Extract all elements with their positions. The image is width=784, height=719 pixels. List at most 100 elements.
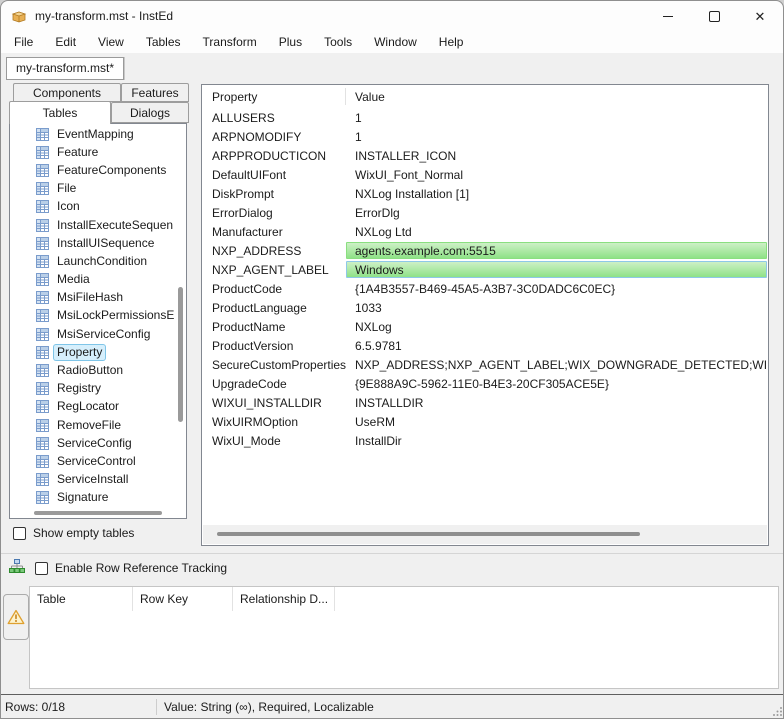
- property-row[interactable]: ARPPRODUCTICON INSTALLER_ICON: [202, 146, 768, 165]
- property-cell[interactable]: ErrorDialog: [202, 206, 346, 220]
- column-header-property[interactable]: Property: [202, 88, 346, 105]
- property-cell[interactable]: WixUI_Mode: [202, 434, 346, 448]
- grid-hscroll-thumb[interactable]: [217, 532, 640, 536]
- close-button[interactable]: ✕: [737, 1, 783, 31]
- enable-row-reference-tracking-checkbox[interactable]: [35, 562, 48, 575]
- show-empty-tables-row[interactable]: Show empty tables: [13, 526, 134, 540]
- property-cell[interactable]: ARPNOMODIFY: [202, 130, 346, 144]
- value-cell[interactable]: 1: [346, 109, 767, 126]
- tab-tables[interactable]: Tables: [9, 101, 111, 124]
- value-cell[interactable]: {9E888A9C-5962-11E0-B4E3-20CF305ACE5E}: [346, 375, 767, 392]
- property-cell[interactable]: DiskPrompt: [202, 187, 346, 201]
- property-row[interactable]: DiskPrompt NXLog Installation [1]: [202, 184, 768, 203]
- value-cell[interactable]: NXLog: [346, 318, 767, 335]
- menu-item-plus[interactable]: Plus: [268, 32, 313, 52]
- property-cell[interactable]: ALLUSERS: [202, 111, 346, 125]
- tab-features[interactable]: Features: [121, 83, 189, 102]
- reference-column-header-0[interactable]: Table: [30, 587, 133, 611]
- value-cell[interactable]: UseRM: [346, 413, 767, 430]
- property-cell[interactable]: ARPPRODUCTICON: [202, 149, 346, 163]
- tree-vscroll-thumb[interactable]: [178, 287, 183, 422]
- property-cell[interactable]: ProductCode: [202, 282, 346, 296]
- value-cell[interactable]: NXP_ADDRESS;NXP_AGENT_LABEL;WIX_DOWNGRAD…: [346, 356, 767, 373]
- value-cell[interactable]: ErrorDlg: [346, 204, 767, 221]
- property-row[interactable]: ProductCode {1A4B3557-B469-45A5-A3B7-3C0…: [202, 279, 768, 298]
- menu-item-edit[interactable]: Edit: [44, 32, 87, 52]
- tree-item-property[interactable]: Property: [10, 343, 177, 361]
- tree-item-launchcondition[interactable]: LaunchCondition: [10, 252, 177, 270]
- tree-item-registry[interactable]: Registry: [10, 380, 177, 398]
- maximize-button[interactable]: [691, 1, 737, 31]
- tree-item-servicecontrol[interactable]: ServiceControl: [10, 452, 177, 470]
- property-cell[interactable]: Manufacturer: [202, 225, 346, 239]
- tab-components[interactable]: Components: [13, 83, 121, 102]
- tree-item-installuisequence[interactable]: InstallUISequence: [10, 234, 177, 252]
- tree-item-feature[interactable]: Feature: [10, 143, 177, 161]
- tree-item-reglocator[interactable]: RegLocator: [10, 398, 177, 416]
- property-row[interactable]: WIXUI_INSTALLDIR INSTALLDIR: [202, 393, 768, 412]
- property-row[interactable]: DefaultUIFont WixUI_Font_Normal: [202, 165, 768, 184]
- value-cell[interactable]: WixUI_Font_Normal: [346, 166, 767, 183]
- property-cell[interactable]: NXP_AGENT_LABEL: [202, 263, 346, 277]
- tree-horizontal-scrollbar[interactable]: [14, 511, 174, 516]
- tree-item-media[interactable]: Media: [10, 271, 177, 289]
- property-row[interactable]: ARPNOMODIFY 1: [202, 127, 768, 146]
- value-cell[interactable]: NXLog Installation [1]: [346, 185, 767, 202]
- property-row[interactable]: ErrorDialog ErrorDlg: [202, 203, 768, 222]
- property-row[interactable]: NXP_AGENT_LABEL Windows: [202, 260, 768, 279]
- reference-column-header-1[interactable]: Row Key: [133, 587, 233, 611]
- property-cell[interactable]: ProductName: [202, 320, 346, 334]
- value-cell[interactable]: 6.5.9781: [346, 337, 767, 354]
- menu-item-help[interactable]: Help: [428, 32, 475, 52]
- property-cell[interactable]: UpgradeCode: [202, 377, 346, 391]
- property-row[interactable]: ALLUSERS 1: [202, 108, 768, 127]
- tree-item-removefile[interactable]: RemoveFile: [10, 416, 177, 434]
- property-cell[interactable]: NXP_ADDRESS: [202, 244, 346, 258]
- minimize-button[interactable]: [645, 1, 691, 31]
- property-cell[interactable]: SecureCustomProperties: [202, 358, 346, 372]
- tree-item-installexecutesequen[interactable]: InstallExecuteSequen: [10, 216, 177, 234]
- tab-dialogs[interactable]: Dialogs: [111, 102, 189, 123]
- tree-item-icon[interactable]: Icon: [10, 198, 177, 216]
- tree-item-msiserviceconfig[interactable]: MsiServiceConfig: [10, 325, 177, 343]
- property-row[interactable]: Manufacturer NXLog Ltd: [202, 222, 768, 241]
- tree-item-msifilehash[interactable]: MsiFileHash: [10, 289, 177, 307]
- property-row[interactable]: ProductLanguage 1033: [202, 298, 768, 317]
- reference-column-header-2[interactable]: Relationship D...: [233, 587, 335, 611]
- value-cell[interactable]: INSTALLER_ICON: [346, 147, 767, 164]
- menu-item-window[interactable]: Window: [363, 32, 428, 52]
- tree-item-serviceconfig[interactable]: ServiceConfig: [10, 434, 177, 452]
- column-header-value[interactable]: Value: [346, 90, 768, 104]
- value-cell[interactable]: NXLog Ltd: [346, 223, 767, 240]
- value-cell[interactable]: 1033: [346, 299, 767, 316]
- property-row[interactable]: UpgradeCode {9E888A9C-5962-11E0-B4E3-20C…: [202, 374, 768, 393]
- value-cell[interactable]: {1A4B3557-B469-45A5-A3B7-3C0DADC6C0EC}: [346, 280, 767, 297]
- property-cell[interactable]: WIXUI_INSTALLDIR: [202, 396, 346, 410]
- property-cell[interactable]: WixUIRMOption: [202, 415, 346, 429]
- menu-item-tools[interactable]: Tools: [313, 32, 363, 52]
- property-row[interactable]: NXP_ADDRESS agents.example.com:5515: [202, 241, 768, 260]
- tree-item-file[interactable]: File: [10, 180, 177, 198]
- value-cell[interactable]: agents.example.com:5515: [346, 242, 767, 259]
- menu-item-view[interactable]: View: [87, 32, 135, 52]
- value-cell[interactable]: INSTALLDIR: [346, 394, 767, 411]
- grid-horizontal-scrollbar[interactable]: [203, 525, 767, 544]
- validation-side-tab[interactable]: [3, 594, 29, 640]
- menu-item-tables[interactable]: Tables: [135, 32, 192, 52]
- value-cell[interactable]: InstallDir: [346, 432, 767, 449]
- property-cell[interactable]: ProductLanguage: [202, 301, 346, 315]
- property-cell[interactable]: ProductVersion: [202, 339, 346, 353]
- tree-hscroll-thumb[interactable]: [34, 511, 162, 515]
- show-empty-tables-checkbox[interactable]: [13, 527, 26, 540]
- enable-row-reference-tracking-row[interactable]: Enable Row Reference Tracking: [35, 561, 227, 575]
- tree-item-signature[interactable]: Signature: [10, 489, 177, 507]
- resize-grip-icon[interactable]: [773, 706, 783, 716]
- tree-item-serviceinstall[interactable]: ServiceInstall: [10, 471, 177, 489]
- tree-item-featurecomponents[interactable]: FeatureComponents: [10, 161, 177, 179]
- menu-item-transform[interactable]: Transform: [192, 32, 268, 52]
- tree-item-radiobutton[interactable]: RadioButton: [10, 361, 177, 379]
- tree-item-eventmapping[interactable]: EventMapping: [10, 125, 177, 143]
- menu-item-file[interactable]: File: [3, 32, 44, 52]
- tree-vertical-scrollbar[interactable]: [178, 126, 184, 508]
- value-cell[interactable]: Windows: [346, 261, 767, 278]
